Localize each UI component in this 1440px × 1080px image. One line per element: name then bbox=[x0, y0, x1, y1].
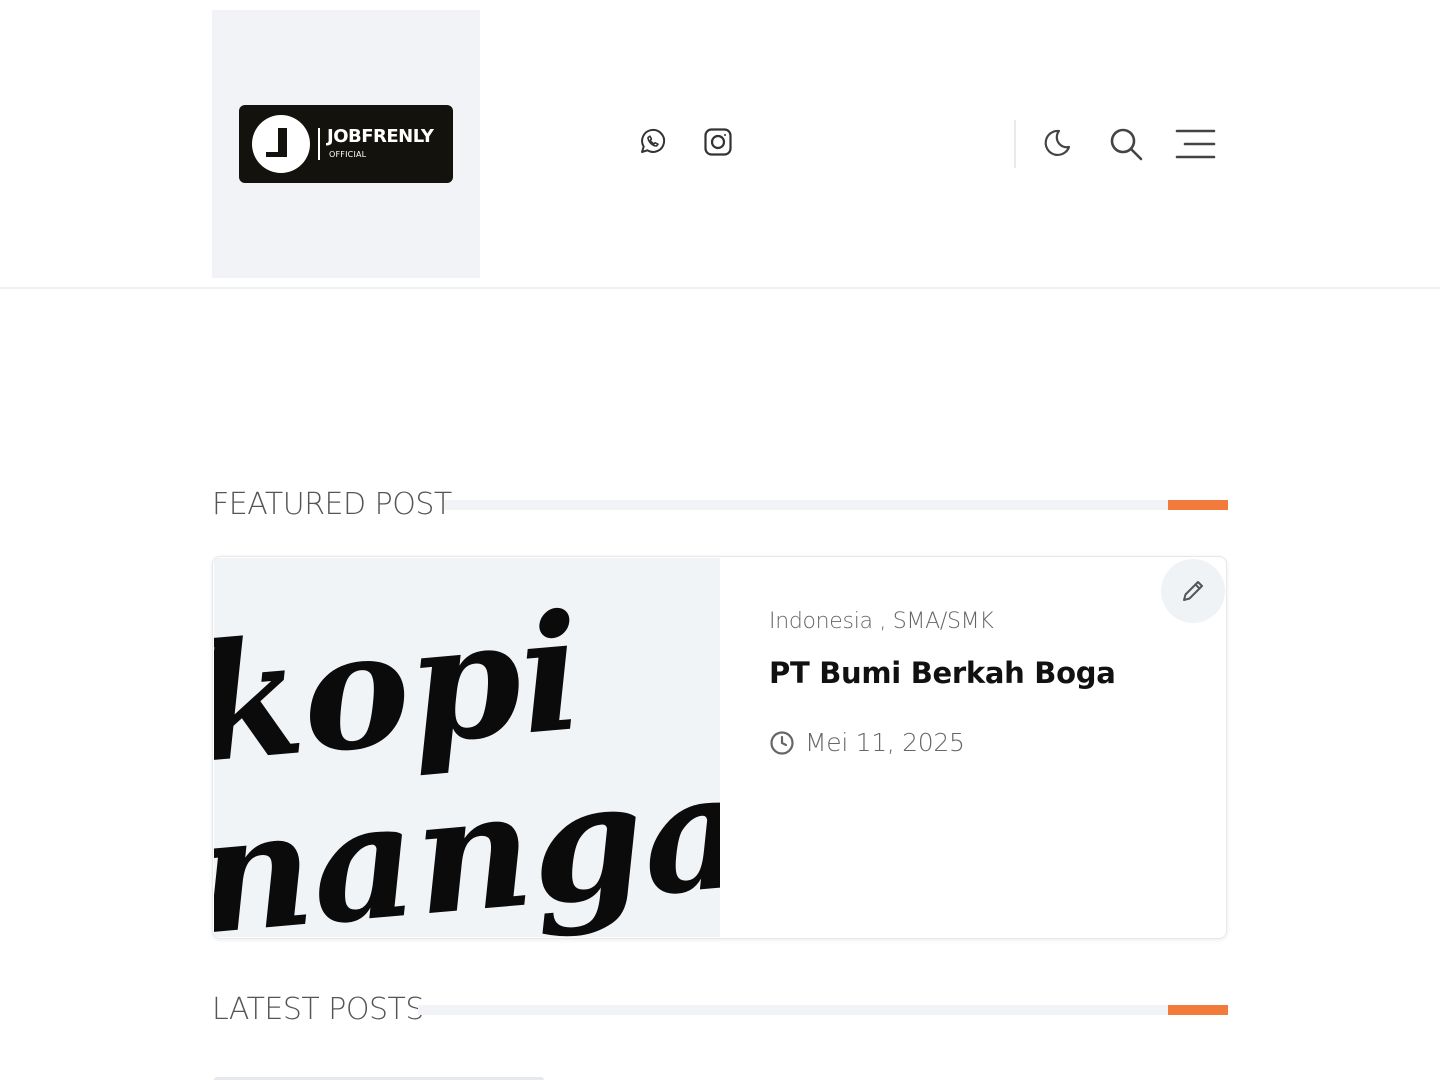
menu-icon bbox=[1175, 129, 1216, 159]
instagram-icon bbox=[704, 128, 732, 156]
featured-section-header: FEATURED POST bbox=[212, 485, 1228, 525]
post-thumbnail[interactable]: kopi nanga bbox=[214, 558, 720, 937]
site-logo-link[interactable]: JOBFRENLY OFFICIAL bbox=[212, 10, 480, 278]
logo-name: JOBFRENLY bbox=[327, 126, 434, 147]
post-title[interactable]: PT Bumi Berkah Boga bbox=[769, 656, 1186, 690]
whatsapp-icon bbox=[641, 128, 666, 153]
search-button[interactable] bbox=[1106, 124, 1146, 164]
logo: JOBFRENLY OFFICIAL bbox=[239, 105, 453, 183]
edit-post-button[interactable] bbox=[1161, 559, 1225, 623]
logo-mark bbox=[252, 115, 310, 173]
section-accent bbox=[1168, 500, 1228, 510]
clock-icon bbox=[770, 730, 794, 755]
featured-heading: FEATURED POST bbox=[212, 487, 452, 522]
post-meta: Indonesia , SMA/SMK PT Bumi Berkah Boga … bbox=[769, 609, 1186, 757]
instagram-link[interactable] bbox=[700, 124, 736, 160]
section-divider bbox=[418, 1005, 1228, 1015]
post-categories[interactable]: Indonesia , SMA/SMK bbox=[769, 609, 1186, 634]
section-accent bbox=[1168, 1005, 1228, 1015]
latest-heading: LATEST POSTS bbox=[212, 992, 424, 1027]
search-icon bbox=[1110, 128, 1143, 161]
site-header: JOBFRENLY OFFICIAL bbox=[0, 0, 1440, 289]
moon-icon bbox=[1044, 129, 1071, 157]
featured-post-card[interactable]: kopi nanga Indonesia , SMA/SMK PT Bumi B… bbox=[212, 556, 1227, 939]
header-divider bbox=[1014, 120, 1016, 168]
section-divider bbox=[444, 500, 1228, 510]
logo-subtitle: OFFICIAL bbox=[329, 150, 367, 159]
latest-section-header: LATEST POSTS bbox=[212, 990, 1228, 1030]
post-date-text: Mei 11, 2025 bbox=[805, 728, 965, 757]
pencil-icon bbox=[1183, 581, 1203, 601]
menu-button[interactable] bbox=[1172, 124, 1218, 164]
thumbnail-image: kopi nanga bbox=[214, 558, 720, 937]
whatsapp-link[interactable] bbox=[634, 124, 670, 160]
dark-mode-toggle[interactable] bbox=[1038, 124, 1076, 162]
post-date: Mei 11, 2025 bbox=[769, 728, 1186, 757]
